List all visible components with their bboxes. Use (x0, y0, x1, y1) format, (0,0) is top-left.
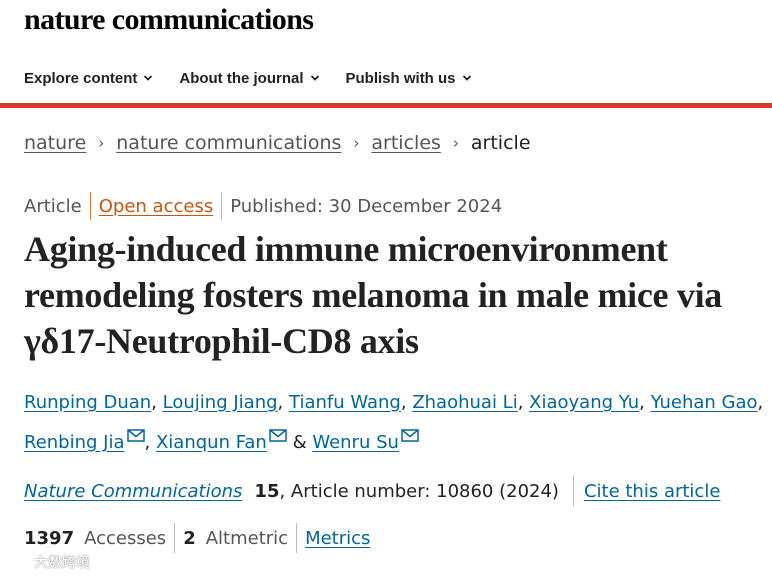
journal-link[interactable]: Nature Communications (24, 481, 242, 502)
accesses-label: Accesses (84, 527, 167, 549)
author-link[interactable]: Zhaohuai Li (412, 392, 517, 413)
mail-icon[interactable] (269, 429, 287, 442)
author-link[interactable]: Runping Duan (24, 392, 151, 413)
mail-icon[interactable] (126, 429, 145, 442)
watermark-text: 大数跨境 (34, 555, 90, 571)
author-list: Runping Duan, Loujing Jiang, Tianfu Wang… (24, 392, 764, 453)
metrics-link[interactable]: Metrics (305, 528, 370, 549)
nav-publish-with-us[interactable]: Publish with us (346, 70, 472, 87)
author-link[interactable]: Wenru Su (312, 432, 399, 453)
breadcrumb-nature-communications[interactable]: nature communications (116, 132, 341, 154)
breadcrumb-current: article (470, 132, 531, 154)
volume-number: 15 (254, 480, 280, 502)
author-link[interactable]: Xiaoyang Yu (529, 392, 639, 413)
author-link[interactable]: Tianfu Wang (289, 392, 401, 413)
article-title: Aging-induced immune microenvironment re… (24, 229, 722, 361)
citation-divider (572, 476, 574, 506)
chevron-right-icon: › (452, 134, 459, 152)
chevron-down-icon (310, 75, 319, 81)
nav-about-journal-label: About the journal (179, 69, 304, 87)
breadcrumb-articles[interactable]: articles (371, 132, 441, 154)
nav-about-journal[interactable]: About the journal (179, 70, 319, 87)
breadcrumb: nature › nature communications › article… (24, 132, 531, 154)
meta-divider (221, 192, 223, 220)
metrics-divider (296, 523, 298, 553)
chevron-right-icon: › (353, 134, 360, 152)
main-nav: Explore content About the journal Publis… (24, 58, 498, 98)
nav-publish-with-us-label: Publish with us (345, 69, 456, 87)
author-link[interactable]: Renbing Jia (24, 432, 125, 453)
metrics-divider (174, 523, 176, 553)
citation-line: Nature Communications 15 , Article numbe… (24, 476, 720, 506)
accesses-count: 1397 (24, 527, 75, 549)
cite-this-article-link[interactable]: Cite this article (584, 481, 720, 502)
nav-explore-content[interactable]: Explore content (24, 70, 153, 87)
header-divider (0, 103, 772, 108)
chevron-right-icon: › (98, 134, 105, 152)
altmetric-score: 2 (183, 527, 196, 549)
watermark-logo-icon (6, 555, 28, 569)
article-metrics: 1397 Accesses 2 Altmetric Metrics (24, 523, 370, 553)
published-date: Published: 30 December 2024 (230, 195, 503, 217)
author-link[interactable]: Xianqun Fan (156, 432, 267, 453)
meta-divider (89, 192, 91, 220)
chevron-down-icon (144, 75, 153, 81)
journal-brand[interactable]: nature communications (24, 0, 314, 40)
breadcrumb-nature[interactable]: nature (24, 132, 86, 154)
mail-icon[interactable] (401, 429, 419, 442)
altmetric-label: Altmetric (205, 527, 289, 549)
author-link[interactable]: Loujing Jiang (163, 392, 278, 413)
chevron-down-icon (462, 75, 471, 81)
author-link[interactable]: Yuehan Gao (651, 392, 758, 413)
article-number: , Article number: 10860 (2024) (279, 480, 559, 502)
nav-explore-content-label: Explore content (24, 69, 138, 87)
article-meta: Article Open access Published: 30 Decemb… (24, 192, 502, 220)
journal-brand-text: nature communications (24, 3, 314, 36)
article-type: Article (24, 195, 82, 217)
open-access-link[interactable]: Open access (99, 196, 213, 217)
watermark: 大数跨境 (6, 552, 90, 572)
